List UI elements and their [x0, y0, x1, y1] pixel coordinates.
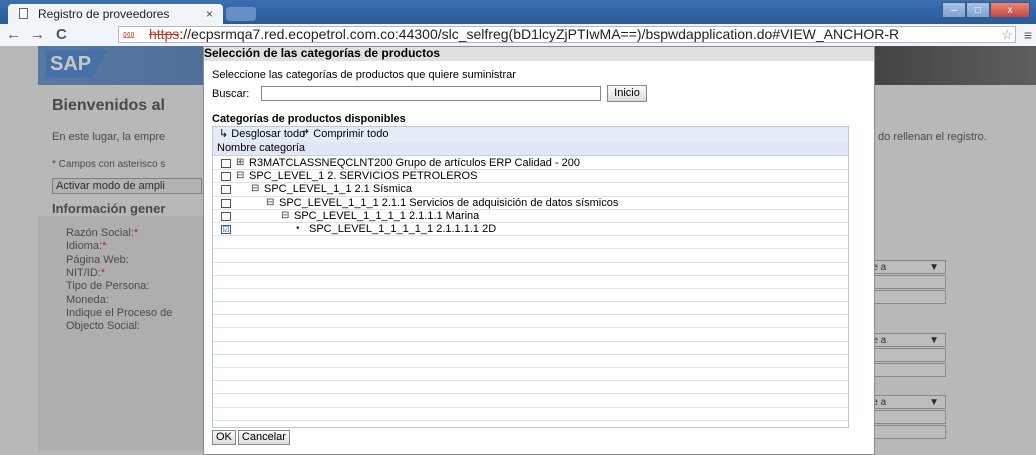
dialog-title: Selección de las categorías de productos [204, 47, 874, 61]
checkbox[interactable] [221, 159, 231, 168]
dialog-footer: OK Cancelar [212, 430, 290, 445]
tree-row[interactable]: ☑ • SPC_LEVEL_1_1_1_1_1 2.1.1.1.1 2D [213, 222, 848, 237]
expand-all-button[interactable]: ↳ Desglosar todo [219, 127, 305, 141]
empty-row [213, 315, 848, 329]
browser-tabstrip: Registro de proveedores × – □ x [0, 0, 1036, 24]
checkbox[interactable] [221, 172, 231, 182]
category-label: R3MATCLASSNEQCLNT200 Grupo de artículos … [249, 157, 580, 169]
insecure-lock-icon: ⅏ [123, 29, 135, 41]
checkbox[interactable] [221, 198, 231, 208]
menu-icon[interactable]: ≡ [1024, 27, 1032, 43]
empty-row [213, 342, 848, 355]
address-bar[interactable]: ⅏ https://ecpsrmqa7.red.ecopetrol.com.co:… [118, 26, 1016, 43]
checkbox[interactable] [221, 211, 231, 221]
ok-button[interactable]: OK [212, 430, 236, 445]
reload-icon[interactable]: C [56, 26, 67, 43]
empty-row [213, 394, 848, 408]
empty-row [213, 408, 848, 421]
window-close-button[interactable]: x [990, 2, 1030, 18]
category-label: SPC_LEVEL_1_1_1 2.1.1 Servicios de adqui… [279, 196, 619, 209]
collapse-all-button[interactable]: ↱ Comprimir todo [301, 127, 388, 141]
collapse-icon[interactable]: ⊟ [266, 197, 274, 209]
empty-row [213, 421, 848, 427]
tree-row[interactable]: ⊟ SPC_LEVEL_1 2. SERVICIOS PETROLEROS [213, 170, 848, 184]
category-label: SPC_LEVEL_1 2. SERVICIOS PETROLEROS [249, 170, 478, 183]
maximize-button[interactable]: □ [966, 2, 990, 18]
search-input[interactable] [261, 86, 601, 101]
category-tree: ↳ Desglosar todo ↱ Comprimir todo Nombre… [212, 126, 849, 428]
search-label: Buscar: [212, 88, 250, 100]
empty-row [213, 302, 848, 316]
tab-close-icon[interactable]: × [206, 7, 213, 21]
leaf-bullet-icon: • [296, 222, 300, 234]
tree-rows: ⊞ R3MATCLASSNEQCLNT200 Grupo de artículos… [213, 157, 848, 427]
minimize-button[interactable]: – [942, 2, 966, 18]
empty-row [213, 249, 848, 263]
empty-row [213, 276, 848, 289]
empty-row [213, 328, 848, 342]
url-text: ://ecpsrmqa7.red.ecopetrol.com.co:44300/… [179, 26, 900, 42]
tree-row[interactable]: ⊞ R3MATCLASSNEQCLNT200 Grupo de artículos… [213, 157, 848, 171]
page-icon [19, 8, 28, 19]
empty-row [213, 263, 848, 276]
collapse-icon[interactable]: ⊟ [236, 170, 244, 182]
bookmark-star-icon[interactable]: ☆ [1001, 27, 1013, 42]
window-controls: – □ x [942, 2, 1030, 20]
tree-row[interactable]: ⊟ SPC_LEVEL_1_1_1_1 2.1.1.1 Marina [213, 210, 848, 223]
category-label: SPC_LEVEL_1_1_1_1_1 2.1.1.1.1 2D [309, 222, 497, 235]
categories-title: Categorías de productos disponibles [212, 113, 406, 125]
back-icon[interactable]: ← [6, 26, 21, 43]
empty-row [213, 381, 848, 395]
checkbox-checked[interactable]: ☑ [221, 224, 231, 234]
tree-row[interactable]: ⊟ SPC_LEVEL_1_1 2.1 Sísmica [213, 183, 848, 197]
category-label: SPC_LEVEL_1_1 2.1 Sísmica [264, 183, 412, 196]
checkbox[interactable] [221, 185, 231, 195]
new-tab-button[interactable] [226, 7, 256, 21]
dialog-instruction: Seleccione las categorías de productos q… [212, 69, 516, 81]
expand-icon[interactable]: ⊞ [236, 157, 244, 169]
tree-toolbar: ↳ Desglosar todo ↱ Comprimir todo [213, 127, 848, 143]
url-scheme: https [149, 26, 180, 42]
browser-tab[interactable]: Registro de proveedores × [8, 4, 223, 24]
empty-row [213, 236, 848, 250]
category-label: SPC_LEVEL_1_1_1_1 2.1.1.1 Marina [294, 209, 480, 222]
tree-row[interactable]: ⊟ SPC_LEVEL_1_1_1 2.1.1 Servicios de adqu… [213, 197, 848, 210]
browser-toolbar: ← → C ⅏ https://ecpsrmqa7.red.ecopetrol.c… [0, 24, 1036, 47]
column-header: Nombre categoría [213, 142, 848, 156]
empty-row [213, 355, 848, 368]
collapse-icon[interactable]: ⊟ [251, 183, 259, 195]
category-dialog: Selección de las categorías de productos… [203, 46, 875, 455]
tab-title: Registro de proveedores [38, 7, 170, 21]
empty-row [213, 289, 848, 303]
empty-row [213, 368, 848, 382]
cancel-button[interactable]: Cancelar [237, 430, 290, 445]
collapse-icon[interactable]: ⊟ [281, 210, 289, 222]
forward-icon[interactable]: → [30, 26, 45, 43]
inicio-button[interactable]: Inicio [607, 85, 647, 102]
